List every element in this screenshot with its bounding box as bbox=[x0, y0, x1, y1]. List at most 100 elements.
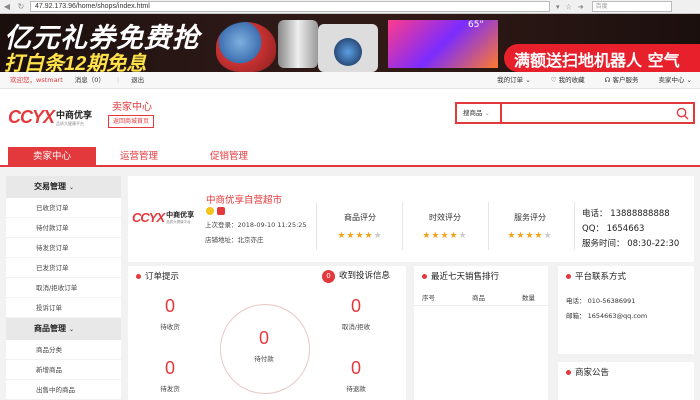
logout-link[interactable]: 退出 bbox=[131, 72, 144, 88]
banner-cta-text: 满额送扫地机器人 空气 bbox=[514, 51, 680, 70]
heart-icon: ♡ bbox=[550, 76, 557, 84]
service-link[interactable]: ☊ 客户服务 bbox=[605, 72, 639, 88]
store-logo-brand: CCYX bbox=[132, 210, 165, 225]
search-category-select[interactable]: 搜商品 ⌄ bbox=[457, 104, 502, 122]
star-icon: ★★★★ bbox=[422, 231, 459, 241]
merchant-notice-panel: 商家公告 bbox=[558, 362, 694, 400]
store-hours: 服务时间： 08:30-22:30 bbox=[582, 239, 680, 249]
search-icon[interactable] bbox=[676, 107, 689, 120]
promo-banner[interactable]: 亿元礼券免费抢 打白条12期免息 65" 满额送扫地机器人 空气 bbox=[0, 14, 700, 72]
stat-to-receive[interactable]: 0 待收货 bbox=[140, 296, 200, 331]
washing-machine-product-image bbox=[318, 24, 378, 72]
bullet-icon bbox=[566, 273, 571, 279]
star-icon[interactable]: ☆ bbox=[566, 3, 572, 11]
browser-address-bar: ◀ ↻ 47.92.173.96/home/shops/index.html ▾… bbox=[0, 0, 700, 14]
star-rating: ★★★★★ bbox=[325, 231, 395, 241]
logo-slogan: 品质大健康平台 bbox=[56, 121, 85, 126]
favorites-link[interactable]: ♡ 我的收藏 bbox=[551, 72, 585, 88]
goods-rating: 商品评分 ★★★★★ bbox=[325, 212, 395, 241]
last-login: 上次登录：2018-09-10 11:25:25 bbox=[205, 219, 307, 229]
tab-promotions[interactable]: 促销管理 bbox=[210, 147, 248, 167]
messages-link[interactable]: 消息（0） bbox=[75, 72, 105, 88]
stat-to-refund[interactable]: 0 待退款 bbox=[326, 358, 386, 393]
store-name[interactable]: 中商优享自营超市 bbox=[206, 192, 282, 206]
sidebar-item-pending-shipment[interactable]: 待发货订单 bbox=[6, 238, 121, 258]
order-panel: 订单提示 0 收到投诉信息 0 待收货 0 取消/拒收 0 待付款 0 待发货 … bbox=[128, 266, 406, 400]
back-to-mall-button[interactable]: 返回商城首页 bbox=[108, 115, 155, 128]
sidebar-item-pending-payment[interactable]: 待付款订单 bbox=[6, 218, 121, 238]
tab-operations[interactable]: 运营管理 bbox=[120, 147, 158, 167]
tab-seller-center[interactable]: 卖家中心 bbox=[8, 147, 96, 167]
chevron-down-icon: ⌄ bbox=[69, 184, 75, 191]
platform-panel-title: 平台联系方式 bbox=[566, 266, 626, 286]
bullet-icon bbox=[136, 273, 141, 279]
notice-panel-title: 商家公告 bbox=[566, 362, 609, 382]
stat-label: 待付款 bbox=[254, 355, 274, 363]
sales-rank-panel: 最近七天销售排行 序号 商品 数量 bbox=[414, 266, 548, 400]
star-icon: ★★★★ bbox=[337, 231, 374, 241]
address-value: 北京亦庄 bbox=[237, 236, 264, 244]
welcome-text[interactable]: 欢迎您，wstmart bbox=[10, 72, 63, 88]
order-panel-title: 订单提示 bbox=[136, 266, 179, 286]
sidebar-group-trade[interactable]: 交易管理 ⌄ bbox=[6, 176, 121, 198]
sidebar-group-label: 交易管理 bbox=[34, 182, 66, 191]
store-logo-text: 中商优享 品质大健康平台 bbox=[166, 210, 194, 225]
store-logo-slogan: 品质大健康平台 bbox=[166, 220, 191, 224]
logo-brand: CCYX bbox=[8, 107, 55, 127]
stat-value: 0 bbox=[164, 296, 175, 316]
store-phone: 电话： 13888888888 bbox=[582, 209, 670, 219]
stat-to-pay[interactable]: 0 待付款 bbox=[234, 328, 294, 363]
shield-product-image bbox=[216, 22, 276, 72]
top-bar: 欢迎您，wstmart 消息（0） | 退出 我的订单 ⌄ ♡ 我的收藏 ☊ 客… bbox=[0, 72, 700, 89]
sidebar-group-label: 商品管理 bbox=[34, 324, 66, 333]
sidebar-item-received-orders[interactable]: 已收货订单 bbox=[6, 198, 121, 218]
column-header: 序号 bbox=[422, 294, 435, 302]
star-empty-icon: ★ bbox=[458, 231, 468, 241]
notice-panel-title-text: 商家公告 bbox=[575, 368, 610, 378]
column-header: 商品 bbox=[472, 294, 485, 302]
seller-center-link[interactable]: 卖家中心 ⌄ bbox=[658, 72, 692, 88]
divider bbox=[488, 202, 489, 250]
canister-product-image bbox=[278, 20, 318, 68]
main-nav: 卖家中心 运营管理 促销管理 bbox=[0, 144, 700, 167]
site-logo[interactable]: CCYX 中商优享 品质大健康平台 bbox=[8, 107, 92, 128]
sidebar-item-on-sale[interactable]: 出售中的商品 bbox=[6, 380, 121, 400]
dropdown-icon[interactable]: ▾ bbox=[556, 3, 560, 11]
last-login-value: 2018-09-10 11:25:25 bbox=[237, 221, 307, 229]
stat-cancelled[interactable]: 0 取消/拒收 bbox=[326, 296, 386, 331]
star-icon: ★★★★ bbox=[507, 231, 544, 241]
timeliness-rating: 时效评分 ★★★★★ bbox=[410, 212, 480, 241]
sidebar-item-complaints[interactable]: 投诉订单 bbox=[6, 298, 121, 318]
headset-icon: ☊ bbox=[604, 76, 611, 84]
platform-contact-info: 电话： 010-56386991 邮箱： 1654663@qq.com bbox=[566, 294, 647, 324]
star-empty-icon: ★ bbox=[543, 231, 553, 241]
my-orders-label: 我的订单 bbox=[497, 76, 524, 84]
back-icon[interactable]: ◀ bbox=[0, 1, 14, 13]
sidebar-item-shipped[interactable]: 已发货订单 bbox=[6, 258, 121, 278]
star-rating: ★★★★★ bbox=[495, 231, 565, 241]
stat-label: 待发货 bbox=[160, 385, 180, 393]
bullet-icon bbox=[566, 369, 571, 375]
refresh-icon[interactable]: ↻ bbox=[14, 1, 28, 13]
gold-medal-icon bbox=[206, 207, 214, 215]
stat-value: 0 bbox=[350, 296, 361, 316]
sidebar-group-goods[interactable]: 商品管理 ⌄ bbox=[6, 318, 121, 340]
seller-center-label: 卖家中心 bbox=[658, 76, 685, 84]
store-logo-cn: 中商优享 bbox=[166, 211, 195, 219]
stat-to-ship[interactable]: 0 待发货 bbox=[140, 358, 200, 393]
my-orders-link[interactable]: 我的订单 ⌄ bbox=[497, 72, 531, 88]
favorites-label: 我的收藏 bbox=[558, 76, 585, 84]
url-field[interactable]: 47.92.173.96/home/shops/index.html bbox=[30, 1, 550, 12]
sidebar-item-cancelled[interactable]: 取消/拒收订单 bbox=[6, 278, 121, 298]
stat-label: 待收货 bbox=[160, 323, 180, 331]
divider bbox=[574, 202, 575, 250]
rating-label: 服务评分 bbox=[514, 213, 546, 222]
header: CCYX 中商优享 品质大健康平台 卖家中心 返回商城首页 搜商品 ⌄ bbox=[0, 89, 700, 144]
sidebar-item-new-goods[interactable]: 新增商品 bbox=[6, 360, 121, 380]
sidebar-item-categories[interactable]: 商品分类 bbox=[6, 340, 121, 360]
banner-cta[interactable]: 满额送扫地机器人 空气 bbox=[504, 44, 700, 72]
store-badges bbox=[206, 207, 225, 215]
arrow-right-icon[interactable]: ➔ bbox=[578, 3, 584, 11]
browser-search-input[interactable]: 百度 bbox=[591, 1, 672, 12]
search-bar: 搜商品 ⌄ bbox=[455, 102, 695, 124]
